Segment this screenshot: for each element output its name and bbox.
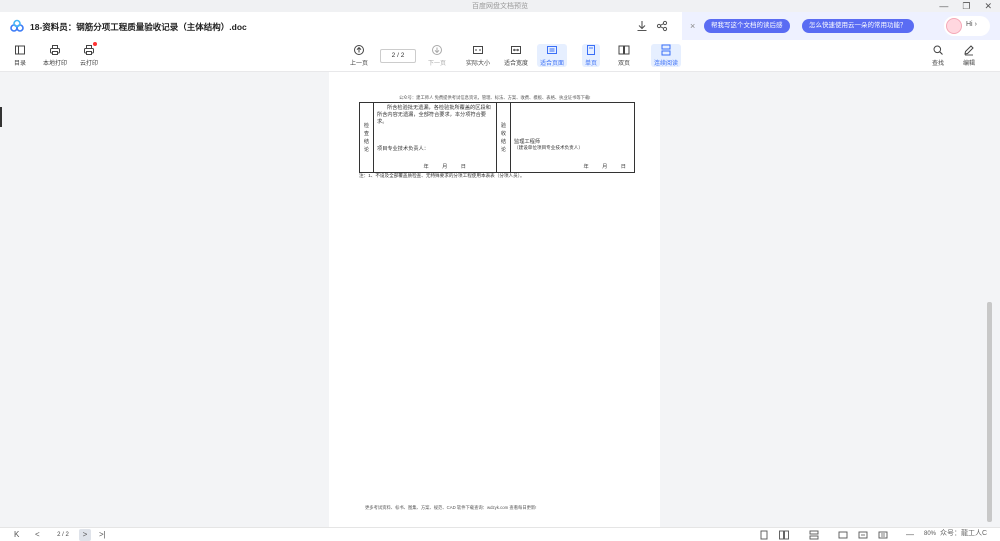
single-page-button[interactable]: 单页: [582, 44, 601, 67]
acceptance-conclusion-label: 验收结论: [496, 102, 511, 173]
inspection-conclusion-text: 所含检验批无遗漏，各检验批所覆盖的区段和所含内容无遗漏，全部符合要求，本分项符合…: [377, 105, 491, 125]
acceptance-conclusion-cell: 监理工程师 （建设单位项目专业技术负责人） 年 月 日: [510, 102, 635, 173]
local-print-button[interactable]: 本地打印: [43, 44, 67, 67]
notification-dot: [93, 42, 97, 46]
document-page: 公众号：建工师人 免费提供考试信息资讯，管理、标法、方案、收费、模板、表格、执业…: [329, 72, 660, 527]
fit-page-status-icon[interactable]: [878, 530, 888, 540]
ai-suggestion-chip[interactable]: 帮我写这个文档的读后感: [704, 19, 790, 33]
toc-label: 目录: [14, 61, 27, 67]
wechat-watermark: 众号：龍工人C: [940, 530, 988, 537]
actual-size-icon: [473, 46, 483, 54]
edit-label: 编辑: [963, 61, 976, 67]
single-view-icon[interactable]: [759, 530, 769, 540]
find-button[interactable]: 查找: [932, 44, 944, 67]
search-icon: [933, 45, 943, 55]
window-titlebar: 百度网盘文档预览 — ❐ ✕: [0, 0, 1000, 12]
cloud-print-button[interactable]: 云打印: [80, 42, 99, 67]
prev-page-icon[interactable]: <: [35, 529, 40, 541]
baidu-netdisk-logo: [10, 19, 24, 32]
first-page-icon[interactable]: K: [14, 529, 19, 541]
document-title: 18-资料员：钢筋分项工程质量验收记录（主体结构）.doc: [30, 22, 247, 32]
actual-size-button[interactable]: 实际大小: [466, 44, 490, 67]
actual-size-label: 实际大小: [466, 61, 491, 67]
toc-button[interactable]: 目录: [14, 44, 26, 67]
last-page-icon[interactable]: >|: [99, 529, 106, 541]
continuous-read-label: 连续阅读: [654, 61, 679, 67]
page-footer-note: 更多考试资料、标书、图集、方案、规范、CAD 软件下载查询：wdzyk.com …: [365, 505, 537, 510]
arrow-up-circle-icon: [354, 45, 364, 55]
toc-icon: [15, 45, 25, 55]
ai-avatar-icon: [946, 18, 962, 34]
find-label: 查找: [932, 61, 945, 67]
single-page-icon: [587, 45, 595, 55]
actual-size-status-icon[interactable]: [838, 530, 848, 540]
text-cursor-marker: [0, 107, 2, 127]
inspection-form-table: 检查结论 所含检验批无遗漏，各检验批所覆盖的区段和所含内容无遗漏，全部符合要求，…: [359, 102, 635, 173]
ai-assistant-button[interactable]: Hi ›: [944, 16, 990, 36]
page-number-input[interactable]: 2 / 2: [380, 49, 416, 63]
document-viewport[interactable]: 公众号：建工师人 免费提供考试信息资讯，管理、标法、方案、收费、模板、表格、执业…: [0, 72, 1000, 527]
local-print-label: 本地打印: [43, 61, 68, 67]
single-page-label: 单页: [585, 61, 598, 67]
fit-page-icon: [547, 46, 557, 54]
double-view-icon[interactable]: [779, 530, 789, 540]
status-bar: K < 2 / 2 > >| — 80%: [0, 527, 1000, 541]
ai-assistant-panel: × 帮我写这个文档的读后感 怎么快速使用云一朵的常用功能？ Hi ›: [682, 12, 1000, 40]
fit-page-label: 适合页面: [540, 61, 565, 67]
table-footnote: 注：1、不设及全部覆盖质检查、无特殊要求的分项工程使用本表表（分项人员）。: [359, 173, 525, 178]
next-page-icon[interactable]: >: [79, 529, 91, 541]
ai-greeting: Hi ›: [966, 21, 977, 28]
supervising-engineer-sign: 监理工程师 （建设单位项目专业技术负责人）: [514, 139, 583, 150]
next-page-label: 下一页: [428, 61, 447, 67]
edit-button[interactable]: 编辑: [963, 44, 975, 67]
prev-page-button[interactable]: 上一页: [350, 44, 368, 67]
arrow-down-circle-icon: [432, 45, 442, 55]
document-header: 18-资料员：钢筋分项工程质量验收记录（主体结构）.doc × 帮我写这个文档的…: [0, 12, 1000, 40]
cloud-print-label: 云打印: [80, 61, 99, 67]
project-tech-lead-sign: 项目专业技术负责人：: [377, 146, 429, 152]
next-page-button[interactable]: 下一页: [428, 44, 446, 67]
continuous-read-icon: [661, 44, 671, 56]
ai-suggestion-chip[interactable]: 怎么快速使用云一朵的常用功能？: [802, 19, 914, 33]
double-page-button[interactable]: 双页: [618, 44, 630, 67]
zoom-out-button[interactable]: —: [906, 529, 914, 541]
inspection-conclusion-label: 检查结论: [359, 102, 374, 173]
ai-panel-close-icon[interactable]: ×: [690, 21, 695, 31]
fit-width-status-icon[interactable]: [858, 530, 868, 540]
printer-icon: [50, 45, 60, 55]
minimize-button[interactable]: —: [939, 1, 948, 11]
fit-width-button[interactable]: 适合宽度: [504, 44, 528, 67]
pencil-icon: [964, 45, 974, 56]
close-window-button[interactable]: ✕: [984, 1, 992, 12]
restore-button[interactable]: ❐: [962, 1, 970, 12]
continuous-read-button[interactable]: 连续阅读: [651, 44, 682, 67]
vertical-scrollbar[interactable]: [987, 302, 992, 522]
fit-page-button[interactable]: 适合页面: [537, 44, 568, 67]
share-icon[interactable]: [656, 20, 668, 32]
fit-width-label: 适合宽度: [504, 61, 529, 67]
fit-width-icon: [511, 46, 521, 54]
window-title: 百度网盘文档预览: [472, 3, 528, 10]
viewer-toolbar: 目录 本地打印 云打印 上一页 2 / 2 下一页 实际大小 适合宽度 适合页面…: [0, 40, 1000, 72]
prev-page-label: 上一页: [350, 61, 369, 67]
download-icon[interactable]: [636, 20, 648, 32]
zoom-level[interactable]: 80%: [924, 531, 936, 537]
double-page-icon: [618, 45, 630, 55]
continuous-view-icon[interactable]: [809, 530, 819, 540]
status-page-indicator[interactable]: 2 / 2: [50, 530, 76, 540]
inspection-conclusion-cell: 所含检验批无遗漏，各检验批所覆盖的区段和所含内容无遗漏，全部符合要求，本分项符合…: [373, 102, 497, 173]
left-date: 年 月 日: [423, 164, 472, 170]
double-page-label: 双页: [618, 61, 631, 67]
right-date: 年 月 日: [583, 164, 632, 170]
page-header-note: 公众号：建工师人 免费提供考试信息资讯，管理、标法、方案、收费、模板、表格、执业…: [399, 95, 591, 100]
